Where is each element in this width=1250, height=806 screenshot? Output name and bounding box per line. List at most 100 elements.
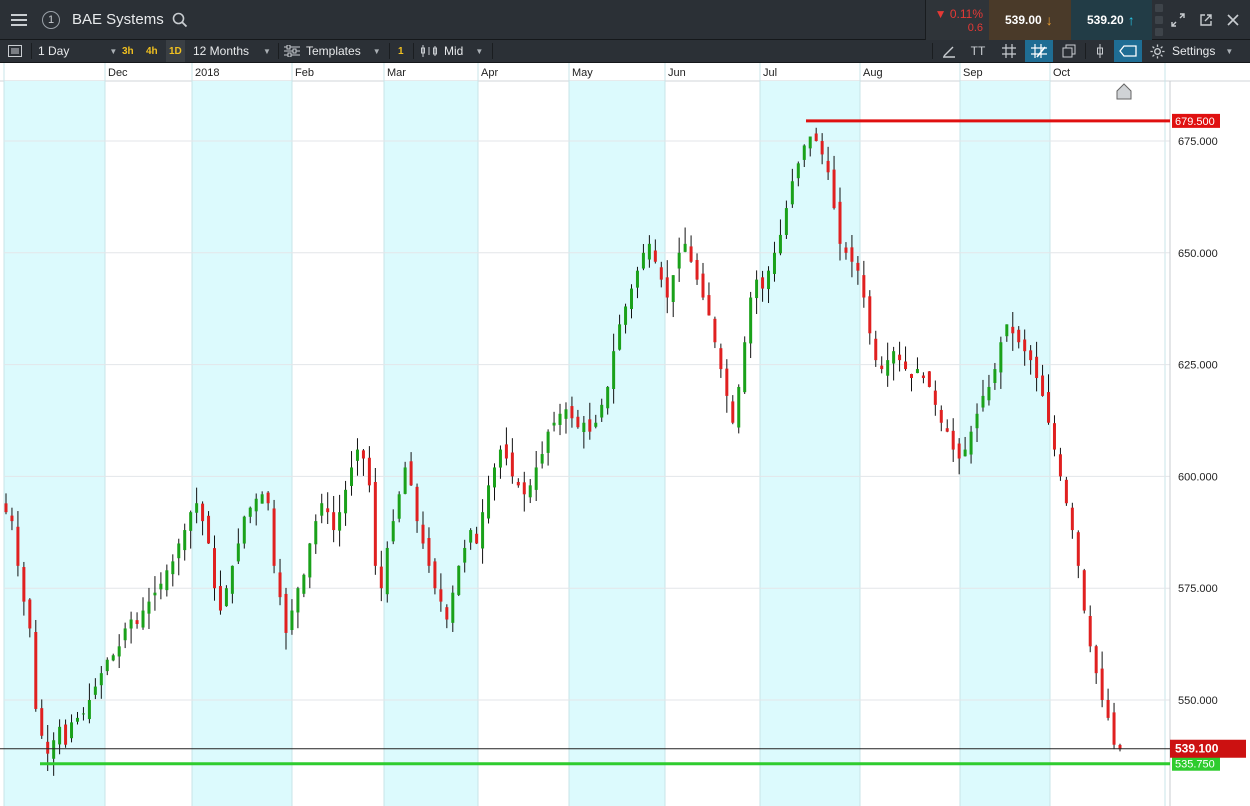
timeframe-4h[interactable]: 4h	[146, 40, 158, 62]
interval-select[interactable]: 1 Day ▼	[38, 40, 117, 62]
candle-body	[213, 548, 217, 589]
candle-body	[909, 373, 913, 379]
candle-body	[832, 169, 836, 209]
candle-body	[344, 489, 348, 514]
grid-icon[interactable]	[998, 40, 1020, 62]
candle-body	[183, 530, 187, 551]
indicator-badge[interactable]: 1	[398, 40, 404, 62]
close-icon[interactable]	[1223, 10, 1243, 30]
candle-body	[761, 277, 765, 289]
shaded-month-band	[760, 81, 860, 806]
candle-body	[165, 570, 169, 591]
candle-body	[915, 369, 919, 374]
candle-body	[147, 601, 151, 614]
chart-canvas[interactable]: Dec 2018 Feb Mar Apr May Jun Jul Aug Sep Oct 550.00…	[0, 63, 1250, 806]
panel-grip-icon[interactable]	[1153, 0, 1165, 40]
candle-body	[367, 457, 371, 486]
candle-body	[528, 485, 532, 498]
candle-body	[1082, 570, 1086, 611]
sell-button[interactable]: 539.00 ↓	[989, 0, 1071, 40]
range-select[interactable]: 12 Months ▼	[193, 40, 271, 62]
candle-body	[1041, 375, 1045, 396]
crosshair-icon[interactable]	[1025, 40, 1053, 62]
chevron-down-icon: ▼	[263, 46, 271, 56]
candle-body	[70, 722, 74, 739]
gear-icon	[1150, 43, 1165, 59]
search-icon[interactable]	[172, 12, 188, 28]
y-tick-label: 575.000	[1178, 583, 1218, 595]
candle-body	[1052, 423, 1056, 450]
candle-body	[600, 404, 604, 418]
candle-body	[701, 273, 705, 298]
month-label: Aug	[863, 67, 883, 79]
candle-body	[64, 724, 68, 745]
candle-body	[737, 386, 741, 428]
candle-body	[540, 454, 544, 464]
candle-body	[207, 515, 211, 544]
hamburger-icon[interactable]	[4, 0, 34, 40]
candle-body	[242, 516, 246, 544]
layers-icon[interactable]	[1058, 40, 1080, 62]
candle-body	[135, 620, 139, 624]
candle-body	[957, 443, 961, 459]
candle-body	[630, 288, 634, 310]
timeframe-3h[interactable]: 3h	[122, 40, 134, 62]
candle-body	[624, 306, 628, 325]
candle-body	[1011, 326, 1015, 334]
text-tool-icon[interactable]: TT	[966, 40, 990, 62]
candle-body	[93, 686, 97, 695]
expand-icon[interactable]	[1168, 10, 1188, 30]
candle-body	[272, 508, 276, 566]
candle-body	[588, 419, 592, 432]
candle-body	[850, 247, 854, 262]
candle-body	[951, 430, 955, 450]
candle-body	[641, 252, 645, 269]
candle-body	[570, 406, 574, 419]
candle-body	[403, 467, 407, 494]
timeframe-1d[interactable]: 1D	[166, 40, 185, 62]
candle-body	[421, 524, 425, 544]
templates-button[interactable]: Templates ▼	[284, 40, 381, 62]
candle-body	[350, 467, 354, 486]
candle-body	[409, 461, 413, 486]
settings-button[interactable]: Settings ▼	[1150, 40, 1233, 62]
buy-button[interactable]: 539.20 ↑	[1071, 0, 1152, 40]
candle-body	[469, 530, 473, 543]
candle-body	[564, 409, 568, 419]
candle-body	[171, 561, 175, 575]
link-group-button[interactable]: 1	[40, 0, 62, 40]
price-chart[interactable]: Dec 2018 Feb Mar Apr May Jun Jul Aug Sep Oct 550.00…	[0, 63, 1250, 806]
candle-body	[963, 449, 967, 457]
instrument-title[interactable]: BAE Systems	[72, 11, 164, 28]
candle-body	[415, 486, 419, 522]
candle-body	[355, 449, 359, 461]
candle-body	[260, 494, 264, 504]
candle-body	[87, 700, 91, 720]
candles-icon	[421, 45, 437, 57]
candle-body	[784, 208, 788, 235]
candle-body	[880, 365, 884, 370]
candle-body	[22, 567, 26, 602]
candle-body	[1035, 356, 1039, 379]
candle-body	[635, 270, 639, 288]
candle-body	[1076, 532, 1080, 566]
pencil-icon[interactable]	[938, 40, 960, 62]
candle-body	[790, 181, 794, 205]
candle-style-icon[interactable]	[1090, 40, 1110, 62]
tag-icon[interactable]	[1114, 40, 1142, 62]
candle-body	[117, 646, 121, 657]
popout-icon[interactable]	[1196, 10, 1216, 30]
candle-body	[34, 632, 38, 709]
candle-body	[361, 450, 365, 459]
candle-body	[695, 259, 699, 280]
price-type-select[interactable]: Mid ▼	[420, 40, 483, 62]
candle-body	[296, 588, 300, 613]
candle-body	[868, 296, 872, 334]
month-label: Dec	[108, 67, 128, 79]
candle-body	[814, 133, 818, 141]
y-tick-label: 675.000	[1178, 136, 1218, 148]
low-level-label: 535.750	[1175, 759, 1215, 771]
candle-body	[379, 566, 383, 589]
list-icon[interactable]	[8, 40, 28, 62]
candle-body	[445, 607, 449, 620]
